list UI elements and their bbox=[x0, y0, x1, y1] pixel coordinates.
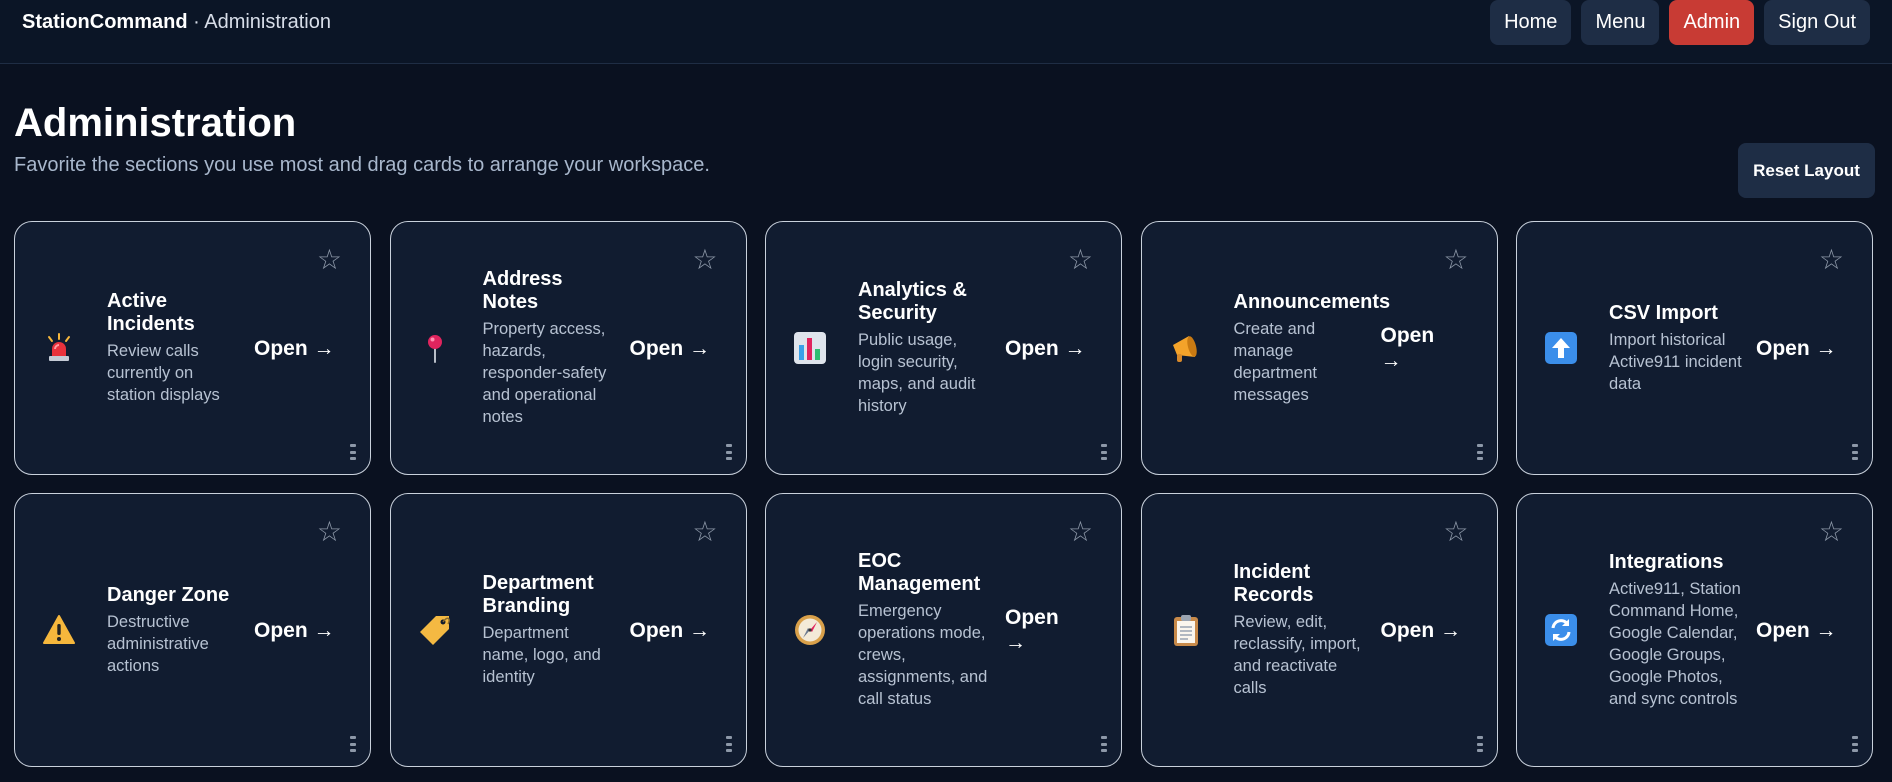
sync-icon bbox=[1543, 612, 1579, 648]
main-nav: Home Menu Admin Sign Out bbox=[1490, 0, 1870, 45]
card-title: Analytics & Security bbox=[858, 279, 967, 324]
card-title: Incident Records bbox=[1233, 561, 1314, 606]
open-link[interactable]: Open → bbox=[1381, 323, 1441, 373]
clipboard-icon bbox=[1168, 612, 1204, 648]
siren-icon bbox=[41, 330, 77, 366]
card-incident-records[interactable]: Incident Records Review, edit, reclassif… bbox=[1140, 493, 1498, 767]
open-link[interactable]: Open → bbox=[1756, 618, 1846, 643]
card-text: Danger Zone Destructive administrative a… bbox=[107, 584, 242, 677]
card-description: Department name, logo, and identity bbox=[482, 624, 601, 686]
card-text: Address Notes Property access, hazards, … bbox=[483, 268, 618, 428]
open-link[interactable]: Open → bbox=[630, 336, 720, 361]
card-description: Active911, Station Command Home, Google … bbox=[1609, 579, 1741, 708]
card-text: Active Incidents Review calls currently … bbox=[107, 290, 242, 406]
reset-layout-button[interactable]: Reset Layout bbox=[1738, 143, 1875, 198]
upload-icon bbox=[1543, 330, 1579, 366]
nav-home-button[interactable]: Home bbox=[1490, 0, 1572, 45]
card-address-notes[interactable]: Address Notes Property access, hazards, … bbox=[389, 221, 747, 475]
card-text: Analytics & Security Public usage, login… bbox=[858, 279, 993, 417]
card-csv-import[interactable]: CSV Import Import historical Active911 i… bbox=[1516, 221, 1873, 475]
card-text: Announcements Create and manage departme… bbox=[1233, 290, 1391, 406]
open-link[interactable]: Open → bbox=[254, 618, 344, 643]
favorite-star-icon[interactable]: ☆ bbox=[1443, 246, 1468, 274]
open-link[interactable]: Open → bbox=[1005, 605, 1065, 655]
favorite-star-icon[interactable]: ☆ bbox=[692, 246, 717, 274]
drag-handle-icon[interactable] bbox=[1101, 736, 1107, 752]
card-title: Danger Zone bbox=[107, 583, 230, 606]
favorite-star-icon[interactable]: ☆ bbox=[1068, 518, 1093, 546]
card-description: Import historical Active911 incident dat… bbox=[1609, 330, 1742, 393]
card-description: Review, edit, reclassify, import, and re… bbox=[1233, 613, 1361, 697]
favorite-star-icon[interactable]: ☆ bbox=[1068, 246, 1093, 274]
card-title: Active Incidents bbox=[107, 290, 195, 335]
open-link[interactable]: Open → bbox=[254, 336, 344, 361]
drag-handle-icon[interactable] bbox=[350, 736, 356, 752]
page-subtitle: Favorite the sections you use most and d… bbox=[14, 154, 710, 176]
card-title: Department Branding bbox=[482, 572, 594, 617]
page-header: Administration Favorite the sections you… bbox=[14, 64, 1878, 221]
nav-menu-button[interactable]: Menu bbox=[1581, 0, 1660, 45]
card-description: Public usage, login security, maps, and … bbox=[858, 331, 976, 415]
page-title: Administration bbox=[14, 101, 297, 145]
brand: StationCommand · Administration bbox=[22, 11, 331, 34]
open-link[interactable]: Open → bbox=[1005, 336, 1095, 361]
nav-admin-button[interactable]: Admin bbox=[1669, 0, 1755, 45]
card-text: Integrations Active911, Station Command … bbox=[1609, 551, 1744, 710]
drag-handle-icon[interactable] bbox=[725, 736, 732, 752]
card-title: Address Notes bbox=[482, 268, 563, 313]
open-link[interactable]: Open → bbox=[630, 618, 720, 643]
drag-handle-icon[interactable] bbox=[1476, 736, 1483, 752]
top-bar: StationCommand · Administration Home Men… bbox=[0, 0, 1892, 64]
card-description: Create and manage department messages bbox=[1233, 319, 1317, 404]
card-eoc-management[interactable]: EOC Management Emergency operations mode… bbox=[765, 493, 1122, 767]
favorite-star-icon[interactable]: ☆ bbox=[1819, 246, 1844, 274]
card-announcements[interactable]: Announcements Create and manage departme… bbox=[1140, 221, 1498, 475]
main-content: Administration Favorite the sections you… bbox=[0, 64, 1892, 767]
card-analytics-security[interactable]: Analytics & Security Public usage, login… bbox=[765, 221, 1122, 475]
favorite-star-icon[interactable]: ☆ bbox=[317, 246, 342, 274]
card-text: CSV Import Import historical Active911 i… bbox=[1609, 302, 1744, 395]
card-description: Review calls currently on station displa… bbox=[107, 342, 220, 404]
card-department-branding[interactable]: Department Branding Department name, log… bbox=[389, 493, 747, 767]
favorite-star-icon[interactable]: ☆ bbox=[1819, 518, 1844, 546]
drag-handle-icon[interactable] bbox=[350, 444, 356, 460]
drag-handle-icon[interactable] bbox=[1852, 444, 1858, 460]
card-title: CSV Import bbox=[1609, 301, 1718, 324]
card-integrations[interactable]: Integrations Active911, Station Command … bbox=[1516, 493, 1873, 767]
compass-icon bbox=[792, 612, 828, 648]
card-title: Announcements bbox=[1233, 290, 1391, 313]
nav-sign-out-button[interactable]: Sign Out bbox=[1764, 0, 1870, 45]
open-link[interactable]: Open → bbox=[1756, 336, 1846, 361]
admin-card-grid: Active Incidents Review calls currently … bbox=[14, 221, 1878, 767]
favorite-star-icon[interactable]: ☆ bbox=[317, 518, 342, 546]
tag-icon bbox=[417, 612, 453, 648]
open-link[interactable]: Open → bbox=[1381, 618, 1471, 643]
drag-handle-icon[interactable] bbox=[1476, 444, 1483, 460]
drag-handle-icon[interactable] bbox=[725, 444, 732, 460]
favorite-star-icon[interactable]: ☆ bbox=[1443, 518, 1468, 546]
megaphone-icon bbox=[1168, 330, 1204, 366]
warning-icon bbox=[41, 612, 77, 648]
card-text: EOC Management Emergency operations mode… bbox=[858, 550, 993, 710]
pin-icon bbox=[417, 330, 453, 366]
card-title: Integrations bbox=[1609, 550, 1724, 573]
brand-name: StationCommand bbox=[22, 11, 188, 33]
card-title: EOC Management bbox=[858, 550, 981, 595]
card-text: Department Branding Department name, log… bbox=[483, 572, 618, 688]
card-description: Property access, hazards, responder-safe… bbox=[482, 320, 607, 426]
favorite-star-icon[interactable]: ☆ bbox=[692, 518, 717, 546]
card-active-incidents[interactable]: Active Incidents Review calls currently … bbox=[14, 221, 371, 475]
card-description: Emergency operations mode, crews, assign… bbox=[858, 602, 988, 708]
chart-icon bbox=[792, 330, 828, 366]
card-danger-zone[interactable]: Danger Zone Destructive administrative a… bbox=[14, 493, 371, 767]
card-text: Incident Records Review, edit, reclassif… bbox=[1234, 561, 1369, 699]
drag-handle-icon[interactable] bbox=[1101, 444, 1107, 460]
brand-section: · Administration bbox=[187, 11, 331, 33]
card-description: Destructive administrative actions bbox=[107, 612, 209, 675]
drag-handle-icon[interactable] bbox=[1852, 736, 1858, 752]
